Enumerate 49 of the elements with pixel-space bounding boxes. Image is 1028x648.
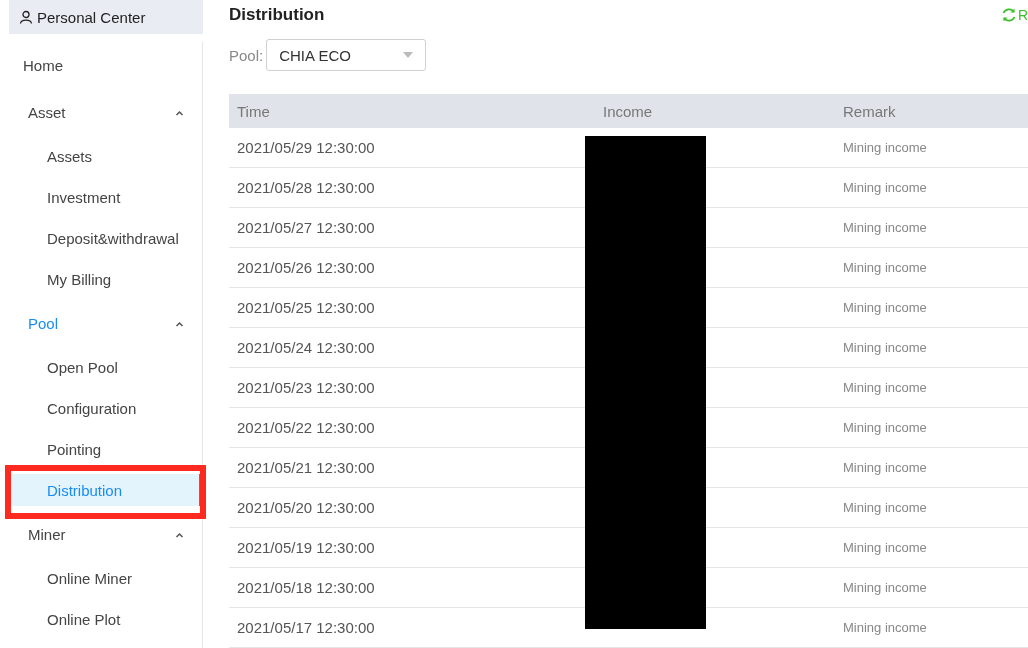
page-title: Distribution	[229, 4, 325, 25]
menu-item[interactable]: Online Plot	[9, 599, 202, 640]
table-cell-text: 2021/05/20 12:30:00	[236, 499, 376, 516]
table-cell-text: Mining income	[842, 620, 928, 635]
menu-item[interactable]: Online Miner	[9, 558, 202, 599]
table-cell-text: Mining income	[842, 220, 928, 235]
filter-label: Pool:	[229, 46, 264, 64]
table-cell-text: 2021/05/21 12:30:00	[236, 459, 376, 476]
menu-item[interactable]: Home	[9, 42, 202, 89]
table-cell-text: Mining income	[842, 460, 928, 475]
refresh-icon	[1000, 6, 1017, 23]
table-cell-text: Mining income	[842, 420, 928, 435]
table-cell-text: Mining income	[842, 580, 928, 595]
table-cell-text: 2021/05/27 12:30:00	[236, 219, 376, 236]
column-header: Time	[236, 102, 271, 120]
table-cell-text: 2021/05/28 12:30:00	[236, 179, 376, 196]
menu-item[interactable]: Assets	[9, 136, 202, 177]
dropdown-arrow-icon	[403, 52, 414, 58]
menu-item[interactable]: Open Pool	[9, 347, 202, 388]
table-cell-text: Mining income	[842, 140, 928, 155]
table-cell-text: 2021/05/25 12:30:00	[236, 299, 376, 316]
pool-dropdown[interactable]: CHIA ECO	[266, 39, 427, 71]
table-cell-text: 2021/05/29 12:30:00	[236, 139, 376, 156]
table-cell-text: Mining income	[842, 340, 928, 355]
table-cell-text: 2021/05/18 12:30:00	[236, 579, 376, 596]
menu-item[interactable]: Deposit&withdrawal	[9, 218, 202, 259]
column-header: Income	[602, 102, 654, 120]
menu-item[interactable]: Pointing	[9, 429, 202, 470]
table-cell-text: Mining income	[842, 180, 928, 195]
table-cell-text: Mining income	[842, 500, 928, 515]
user-icon	[19, 10, 33, 24]
menu-group[interactable]: Pool	[9, 300, 202, 347]
menu-item[interactable]: My Billing	[9, 259, 202, 300]
table-cell-text: Mining income	[842, 260, 928, 275]
table-cell-text: 2021/05/19 12:30:00	[236, 539, 376, 556]
table-cell-text: Mining income	[842, 540, 928, 555]
sidebar-title: Personal Center	[37, 8, 146, 26]
table-cell-text: 2021/05/26 12:30:00	[236, 259, 376, 276]
table-cell-text: 2021/05/24 12:30:00	[236, 339, 376, 356]
menu-item[interactable]: Configuration	[9, 388, 202, 429]
menu-group[interactable]: Asset	[9, 89, 202, 136]
table-cell-text: 2021/05/17 12:30:00	[236, 619, 376, 636]
table-cell-text: 2021/05/23 12:30:00	[236, 379, 376, 396]
table-cell-text: Mining income	[842, 300, 928, 315]
table-cell-text: Mining income	[842, 380, 928, 395]
menu-item[interactable]: Investment	[9, 177, 202, 218]
table-cell-text: 2021/05/22 12:30:00	[236, 419, 376, 436]
column-header: Remark	[842, 102, 897, 120]
menu-group[interactable]: Miner	[9, 511, 202, 558]
